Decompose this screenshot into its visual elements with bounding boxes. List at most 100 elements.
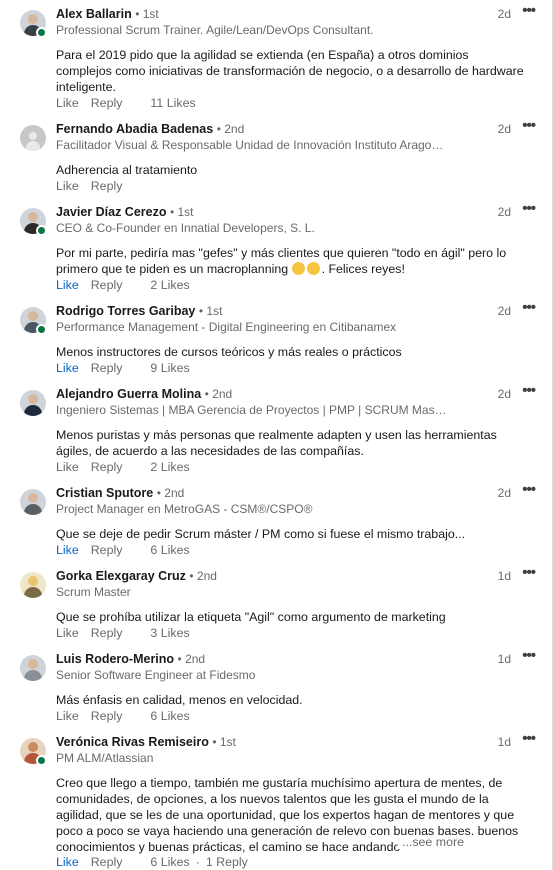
more-options-icon[interactable]: ••• (522, 200, 536, 217)
connection-degree: • 2nd (177, 652, 206, 666)
comment-actions: Like Reply 6 Likes · 1 Reply (56, 855, 248, 869)
reply-button[interactable]: Reply (91, 855, 123, 869)
comment-actions: Like Reply 6 Likes (56, 709, 190, 723)
more-options-icon[interactable]: ••• (522, 382, 536, 399)
more-options-icon[interactable]: ••• (522, 730, 536, 747)
connection-degree: • 2nd (204, 387, 233, 401)
connection-degree: • 1st (169, 205, 194, 219)
author-headline: Professional Scrum Trainer. Agile/Lean/D… (56, 23, 374, 37)
author-name[interactable]: Cristian Sputore (56, 486, 153, 500)
comment-time: 1d (497, 735, 511, 749)
comment-text: Menos instructores de cursos teóricos y … (56, 345, 402, 359)
reply-button[interactable]: Reply (91, 460, 123, 474)
avatar[interactable] (20, 489, 46, 515)
connection-degree: • 2nd (189, 569, 217, 583)
more-options-icon[interactable]: ••• (522, 481, 536, 498)
comment-actions: Like Reply (56, 179, 150, 193)
connection-degree: • 2nd (156, 486, 185, 500)
author-name[interactable]: Gorka Elexgaray Cruz (56, 569, 186, 583)
likes-count[interactable]: 2 Likes (150, 460, 189, 474)
likes-count[interactable]: 9 Likes (150, 361, 189, 375)
comment-time: 2d (497, 122, 511, 136)
reply-button[interactable]: Reply (91, 709, 123, 723)
author-name[interactable]: Alex Ballarin (56, 7, 132, 21)
comment-text-tail: . Felices reyes! (321, 262, 405, 276)
comment-text: Que se prohíba utilizar la etiqueta "Agi… (56, 610, 446, 624)
author-name[interactable]: Luis Rodero-Merino (56, 652, 174, 666)
comment-text: Menos puristas y más personas que realme… (56, 428, 497, 458)
online-status-icon (36, 324, 47, 335)
more-options-icon[interactable]: ••• (522, 564, 536, 581)
avatar[interactable] (20, 572, 46, 598)
author-name[interactable]: Javier Díaz Cerezo (56, 205, 166, 219)
like-button[interactable]: Like (56, 361, 79, 375)
comment-actions: Like Reply 6 Likes (56, 543, 190, 557)
author-headline: Scrum Master (56, 585, 131, 599)
see-more-link[interactable]: ...see more (398, 835, 532, 849)
reply-button[interactable]: Reply (91, 543, 123, 557)
reply-button[interactable]: Reply (91, 96, 123, 110)
avatar[interactable] (20, 390, 46, 416)
author-name[interactable]: Alejandro Guerra Molina (56, 387, 201, 401)
likes-count[interactable]: 6 Likes (150, 543, 189, 557)
person-icon[interactable] (20, 125, 46, 151)
likes-count[interactable]: 6 Likes (150, 709, 189, 723)
like-button[interactable]: Like (56, 179, 79, 193)
author-line: Verónica Rivas Remiseiro • 1st (56, 735, 236, 749)
like-button[interactable]: Like (56, 278, 79, 292)
laughing-emoji-icon (306, 262, 320, 275)
author-line: Gorka Elexgaray Cruz • 2nd (56, 569, 217, 583)
like-button[interactable]: Like (56, 855, 79, 869)
author-line: Cristian Sputore • 2nd (56, 486, 184, 500)
like-button[interactable]: Like (56, 96, 79, 110)
comment-time: 1d (497, 652, 511, 666)
like-button[interactable]: Like (56, 626, 79, 640)
comment-time: 2d (497, 7, 511, 21)
comment-actions: Like Reply 11 Likes (56, 96, 196, 110)
author-headline: Ingeniero Sistemas | MBA Gerencia de Pro… (56, 403, 448, 417)
author-name[interactable]: Rodrigo Torres Garibay (56, 304, 195, 318)
author-name[interactable]: Verónica Rivas Remiseiro (56, 735, 209, 749)
author-line: Rodrigo Torres Garibay • 1st (56, 304, 222, 318)
author-line: Luis Rodero-Merino • 2nd (56, 652, 205, 666)
comment-text-body: Por mi parte, pediría mas "gefes" y más … (56, 246, 507, 276)
more-options-icon[interactable]: ••• (522, 299, 536, 316)
comment-actions: Like Reply 2 Likes (56, 278, 190, 292)
comment-actions: Like Reply 2 Likes (56, 460, 190, 474)
author-headline: CEO & Co-Founder en Innatial Developers,… (56, 221, 315, 235)
online-status-icon (36, 225, 47, 236)
comment-time: 2d (497, 304, 511, 318)
connection-degree: • 1st (198, 304, 223, 318)
comment-text: Adherencia al tratamiento (56, 163, 198, 177)
likes-count[interactable]: 11 Likes (150, 96, 195, 110)
like-button[interactable]: Like (56, 709, 79, 723)
more-options-icon[interactable]: ••• (522, 647, 536, 664)
likes-count[interactable]: 3 Likes (150, 626, 189, 640)
comment-text: Más énfasis en calidad, menos en velocid… (56, 693, 303, 707)
connection-degree: • 1st (212, 735, 236, 749)
separator-dot: · (195, 855, 200, 869)
comment-time: 1d (497, 569, 511, 583)
reply-button[interactable]: Reply (91, 278, 123, 292)
author-headline: Senior Software Engineer at Fidesmo (56, 668, 256, 682)
more-options-icon[interactable]: ••• (522, 117, 536, 134)
author-headline: Performance Management - Digital Enginee… (56, 320, 397, 334)
likes-count[interactable]: 6 Likes (150, 855, 189, 869)
author-line: Fernando Abadia Badenas • 2nd (56, 122, 244, 136)
avatar[interactable] (20, 655, 46, 681)
reply-button[interactable]: Reply (91, 361, 123, 375)
reply-button[interactable]: Reply (91, 179, 123, 193)
like-button[interactable]: Like (56, 460, 79, 474)
comment-text: Para el 2019 pido que la agilidad se ext… (56, 48, 524, 94)
replies-count[interactable]: 1 Reply (206, 855, 248, 869)
author-headline: PM ALM/Atlassian (56, 751, 154, 765)
like-button[interactable]: Like (56, 543, 79, 557)
author-name[interactable]: Fernando Abadia Badenas (56, 122, 213, 136)
reply-button[interactable]: Reply (91, 626, 123, 640)
author-headline: Facilitador Visual & Responsable Unidad … (56, 138, 448, 152)
likes-count[interactable]: 2 Likes (150, 278, 189, 292)
comment-actions: Like Reply 9 Likes (56, 361, 190, 375)
comment-time: 2d (497, 486, 511, 500)
more-options-icon[interactable]: ••• (522, 2, 536, 19)
comment-time: 2d (497, 205, 511, 219)
